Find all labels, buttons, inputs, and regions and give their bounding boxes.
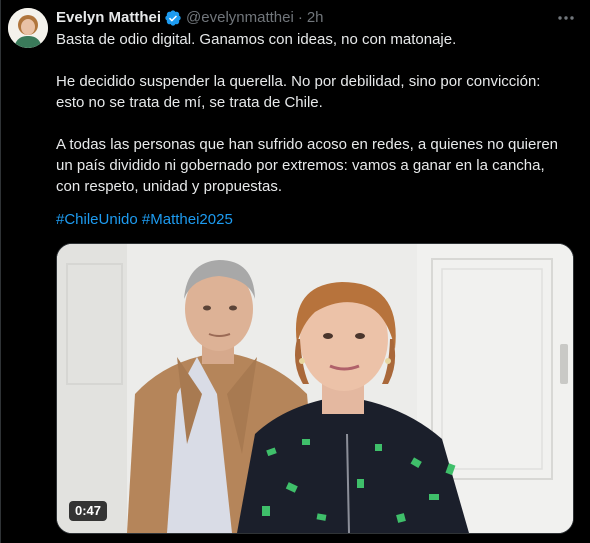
tweet-line: con respeto, unidad y propuestas.: [56, 178, 282, 195]
video-player[interactable]: 0:47: [56, 243, 574, 534]
video-thumbnail: [57, 244, 573, 533]
video-duration-badge: 0:47: [69, 501, 108, 521]
more-options-icon[interactable]: [556, 8, 576, 28]
verified-badge-icon[interactable]: [164, 9, 182, 27]
tweet-text: Basta de odio digital. Ganamos con ideas…: [56, 29, 581, 197]
handle[interactable]: @evelynmatthei: [186, 8, 294, 28]
hashtag-matthei2025[interactable]: #Matthei2025: [142, 211, 233, 228]
tweet[interactable]: Evelyn Matthei @evelynmatthei · 2h Basta…: [0, 0, 590, 543]
tweet-header: Evelyn Matthei @evelynmatthei · 2h: [56, 8, 324, 28]
display-name[interactable]: Evelyn Matthei: [56, 8, 161, 28]
avatar[interactable]: [8, 8, 48, 48]
tweet-line: Basta de odio digital. Ganamos con ideas…: [56, 31, 457, 48]
hashtag-chileunido[interactable]: #ChileUnido: [56, 211, 138, 228]
timestamp[interactable]: 2h: [307, 8, 324, 28]
tweet-line: A todas las personas que han sufrido aco…: [56, 136, 559, 153]
tweet-line: He decidido suspender la querella. No po…: [56, 73, 541, 90]
separator-dot: ·: [297, 9, 303, 26]
hashtags: #ChileUnido #Matthei2025: [56, 209, 233, 230]
tweet-line: un país dividido ni gobernado por extrem…: [56, 157, 545, 174]
avatar-image: [8, 8, 48, 48]
tweet-line: esto no se trata de mí, se trata de Chil…: [56, 94, 323, 111]
